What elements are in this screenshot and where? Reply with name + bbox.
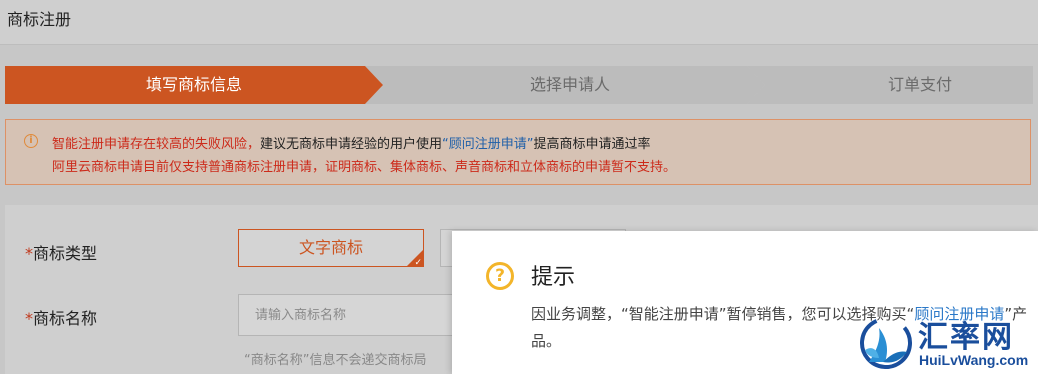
alert-line-2: 阿里云商标申请目前仅支持普通商标注册申请，证明商标、集体商标、声音商标和立体商标… xyxy=(52,160,677,175)
alert-risk-text: 智能注册申请存在较高的失败风险， xyxy=(52,137,261,152)
site-watermark: 汇率网 HuiLvWang.com xyxy=(855,310,1035,374)
dialog-title: 提示 xyxy=(531,265,576,290)
type-option-label: 文字商标 xyxy=(298,238,363,257)
watermark-logo-icon xyxy=(860,317,912,369)
trademark-name-hint: “商标名称”信息不会递交商标局 xyxy=(244,353,427,368)
alert-suffix-text: 提高商标申请通过率 xyxy=(533,137,651,152)
trademark-name-label: *商标名称 xyxy=(25,305,97,329)
required-mark: * xyxy=(25,309,33,328)
alert-suggest-text: 建议无商标申请经验的用户使用 xyxy=(260,137,443,152)
required-mark: * xyxy=(25,244,33,263)
step-order-payment[interactable]: 订单支付 xyxy=(747,66,1033,104)
step-select-applicant[interactable]: 选择申请人 xyxy=(365,66,765,104)
step-fill-info[interactable]: 填写商标信息 xyxy=(5,66,383,104)
alert-line-1: 智能注册申请存在较高的失败风险，建议无商标申请经验的用户使用“顾问注册申请”提高… xyxy=(52,133,651,152)
label-text: 商标名称 xyxy=(33,309,98,328)
consultant-registration-link[interactable]: “顾问注册申请” xyxy=(442,137,533,152)
label-text: 商标类型 xyxy=(33,244,98,263)
risk-warning-alert: i 智能注册申请存在较高的失败风险，建议无商标申请经验的用户使用“顾问注册申请”… xyxy=(5,119,1031,185)
watermark-title: 汇率网 xyxy=(918,320,1014,355)
progress-steps: 填写商标信息 选择申请人 订单支付 xyxy=(5,66,1033,104)
question-circle-icon: ? xyxy=(486,262,514,290)
trademark-type-label: *商标类型 xyxy=(25,240,97,264)
page-title: 商标注册 xyxy=(7,10,72,29)
type-option-text-mark[interactable]: 文字商标 ✓ xyxy=(238,229,424,268)
step-label: 填写商标信息 xyxy=(145,75,242,94)
watermark-url: HuiLvWang.com xyxy=(919,352,1029,368)
step-label: 选择申请人 xyxy=(529,75,610,94)
info-circle-icon: i xyxy=(24,134,38,148)
check-icon: ✓ xyxy=(414,258,422,268)
step-label: 订单支付 xyxy=(887,75,952,94)
page-header: 商标注册 xyxy=(0,0,1038,45)
